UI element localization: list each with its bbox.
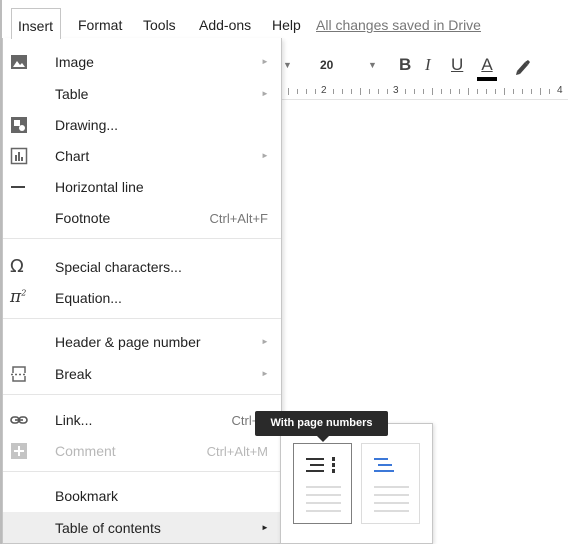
link-icon (10, 411, 28, 429)
tooltip: With page numbers (255, 411, 388, 436)
menu-item-table-of-contents[interactable]: Table of contents ► (3, 512, 281, 543)
underline-button[interactable]: U (451, 50, 463, 80)
menu-item-header-page-number[interactable]: Header & page number ► (3, 326, 281, 357)
ruler-number: 2 (321, 85, 327, 96)
font-size-caret-icon[interactable]: ▼ (368, 50, 377, 80)
menu-tools[interactable]: Tools (143, 17, 176, 33)
ruler: 2 3 4 (280, 84, 568, 100)
menu-item-label: Header & page number (55, 334, 201, 350)
tooltip-pointer (317, 436, 329, 442)
menu-item-label: Bookmark (55, 488, 119, 504)
menu-item-label: Footnote (55, 210, 111, 226)
menu-item-label: Drawing... (55, 117, 119, 133)
menubar: Insert Format Tools Add-ons Help All cha… (2, 0, 568, 39)
menu-help[interactable]: Help (272, 17, 301, 33)
omega-icon: Ω (10, 256, 24, 277)
menu-item-shortcut: Ctrl+Alt+M (206, 444, 268, 459)
menu-item-bookmark[interactable]: Bookmark (3, 480, 281, 511)
chart-icon (10, 147, 28, 165)
page-break-icon (10, 365, 28, 383)
menu-item-label: Horizontal line (55, 179, 144, 195)
submenu-arrow-icon: ► (261, 523, 269, 532)
menu-item-label: Chart (55, 148, 90, 164)
menu-add-ons[interactable]: Add-ons (199, 17, 251, 33)
font-size-value[interactable]: 20 (320, 50, 333, 80)
comment-icon (10, 442, 28, 460)
menu-format[interactable]: Format (78, 17, 122, 33)
ruler-number: 3 (393, 85, 399, 96)
save-status-link[interactable]: All changes saved in Drive (316, 17, 481, 33)
submenu-arrow-icon: ► (261, 337, 269, 346)
toc-blue-links-icon (374, 458, 394, 472)
font-dropdown-caret-icon[interactable]: ▼ (283, 50, 292, 80)
menu-item-label: Break (55, 366, 92, 382)
menu-item-special-characters[interactable]: Ω Special characters... (3, 251, 281, 282)
menu-separator (3, 394, 281, 395)
submenu-arrow-icon: ► (261, 57, 269, 66)
menu-item-label: Comment (55, 443, 116, 459)
text-color-swatch (477, 77, 497, 81)
menu-separator (3, 318, 281, 319)
menu-item-label: Equation... (55, 290, 122, 306)
toc-page-numbers-icon (306, 457, 335, 473)
menu-item-break[interactable]: Break ► (3, 358, 281, 389)
menu-item-image[interactable]: Image ► (3, 46, 281, 77)
menu-item-link[interactable]: Link... Ctrl+K (3, 404, 281, 435)
toolbar: ▼ 20 ▼ B I U A (280, 50, 568, 84)
pi-icon: π2 (10, 287, 27, 307)
menu-item-drawing[interactable]: Drawing... (3, 109, 281, 140)
menu-item-label: Special characters... (55, 259, 182, 275)
drawing-icon (10, 116, 28, 134)
menu-item-label: Image (55, 54, 94, 70)
menu-item-chart[interactable]: Chart ► (3, 140, 281, 171)
toc-with-blue-links-option[interactable] (361, 443, 420, 524)
italic-button[interactable]: I (425, 50, 431, 80)
toc-submenu (280, 423, 433, 544)
menu-item-shortcut: Ctrl+Alt+F (209, 211, 268, 226)
image-icon (10, 53, 28, 71)
horizontal-line-icon (10, 178, 28, 196)
menu-item-horizontal-line[interactable]: Horizontal line (3, 171, 281, 202)
menu-item-label: Link... (55, 412, 93, 428)
text-color-button[interactable]: A (477, 50, 497, 80)
submenu-arrow-icon: ► (261, 369, 269, 378)
menu-separator (3, 471, 281, 472)
submenu-arrow-icon: ► (261, 89, 269, 98)
insert-menu: Image ► Table ► Drawing... Chart ► Horiz… (2, 38, 282, 544)
menu-insert[interactable]: Insert (11, 8, 62, 39)
bold-button[interactable]: B (399, 50, 411, 80)
toc-with-page-numbers-option[interactable] (293, 443, 352, 524)
menu-item-comment[interactable]: Comment Ctrl+Alt+M (3, 435, 281, 466)
ruler-number: 4 (557, 85, 563, 96)
menu-item-table[interactable]: Table ► (3, 78, 281, 109)
menu-item-footnote[interactable]: Footnote Ctrl+Alt+F (3, 202, 281, 233)
menu-item-equation[interactable]: π2 Equation... (3, 282, 281, 313)
submenu-arrow-icon: ► (261, 151, 269, 160)
menu-separator (3, 238, 281, 239)
menu-item-label: Table of contents (55, 520, 161, 536)
highlight-pen-icon[interactable] (513, 50, 533, 80)
menu-item-label: Table (55, 86, 89, 102)
